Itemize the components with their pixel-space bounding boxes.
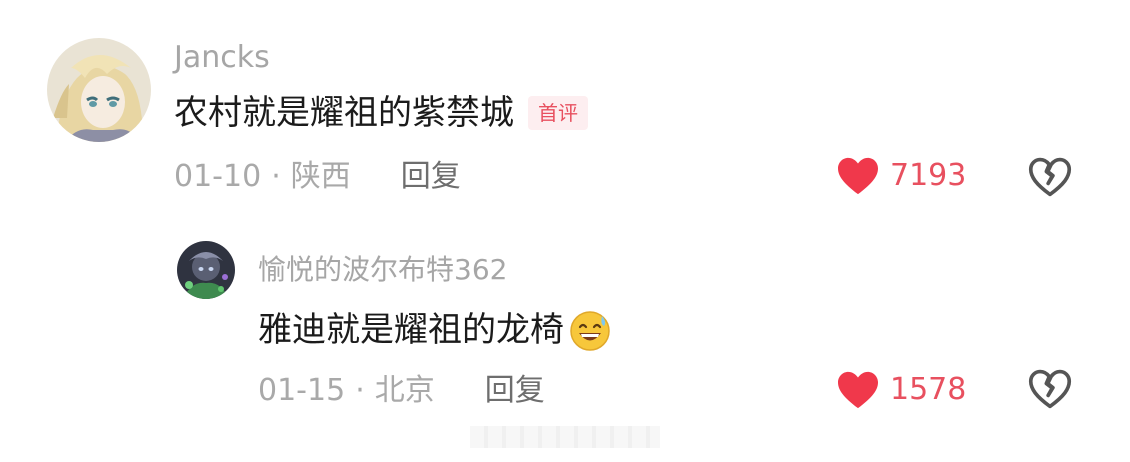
avatar[interactable] [177, 241, 235, 299]
reply-button[interactable]: 回复 [485, 376, 545, 406]
like-button[interactable]: 7193 [836, 156, 966, 196]
like-count: 7193 [890, 158, 967, 193]
like-button[interactable]: 1578 [836, 370, 966, 410]
anime-avatar-icon [47, 38, 151, 142]
reply-button[interactable]: 回复 [401, 162, 461, 192]
heart-icon [838, 371, 878, 409]
watermark-strip [470, 426, 660, 448]
first-comment-badge: 首评 [528, 96, 588, 130]
anime-avatar-icon [177, 241, 235, 299]
username[interactable]: 愉悦的波尔布特362 [258, 256, 507, 284]
meta-separator: · [271, 159, 281, 194]
meta-separator: · [355, 373, 365, 408]
comment-text-row: 农村就是耀祖的紫禁城 首评 [174, 96, 588, 130]
grinning-sweat-emoji-icon [570, 311, 610, 351]
comment-date: 01-10 [174, 159, 262, 194]
reply-text-row: 雅迪就是耀祖的龙椅 [258, 308, 612, 352]
username[interactable]: Jancks [174, 43, 270, 73]
reply-location: 北京 [374, 373, 435, 408]
comment-location: 陕西 [290, 159, 351, 194]
broken-heart-icon [1028, 369, 1072, 409]
comment-text: 农村就是耀祖的紫禁城 [174, 93, 514, 133]
reply-meta: 01-15 · 北京 回复 [258, 376, 545, 406]
dislike-button[interactable] [1028, 368, 1072, 414]
heart-icon [838, 157, 878, 195]
reply-date: 01-15 [258, 373, 346, 408]
dislike-button[interactable] [1028, 156, 1072, 202]
reply-text: 雅迪就是耀祖的龙椅 [258, 310, 564, 350]
comment-meta: 01-10 · 陕西 回复 [174, 162, 461, 192]
broken-heart-icon [1028, 157, 1072, 197]
like-count: 1578 [890, 372, 967, 407]
avatar[interactable] [47, 38, 151, 142]
